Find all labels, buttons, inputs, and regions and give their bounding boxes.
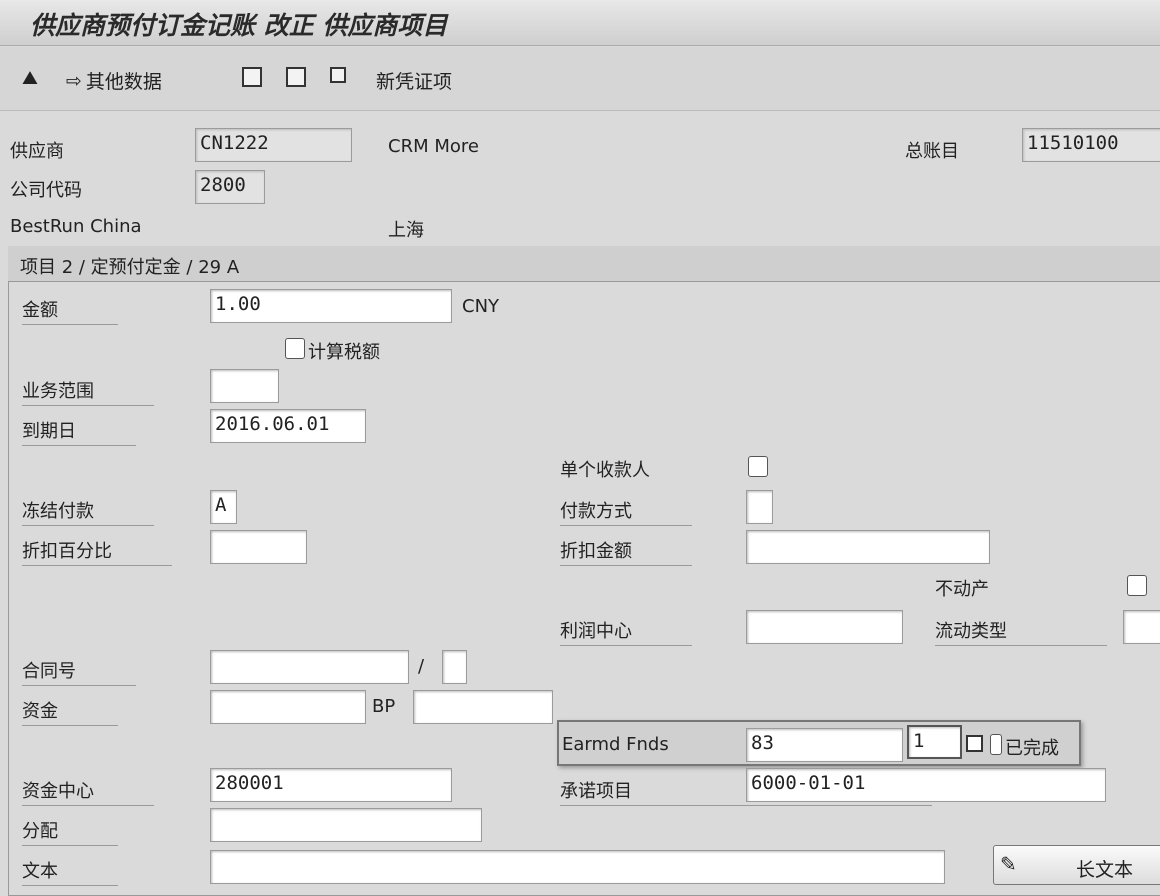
single-payee-checkbox[interactable] [748,456,768,477]
gl-account-field[interactable]: 11510100 [1022,128,1160,162]
profit-center-label: 利润中心 [560,617,692,646]
fund-center-label: 资金中心 [22,777,154,806]
real-estate-label: 不动产 [935,579,989,600]
text-label: 文本 [22,857,118,886]
completed-label: 已完成 [1005,738,1059,759]
mountain-icon[interactable]: ⛰ [22,67,38,89]
assignment-label: 分配 [22,817,118,846]
group-title: 项目 2 / 定预付定金 / 29 A [20,257,240,278]
calc-tax-label: 计算税额 [308,342,380,363]
company-name: BestRun China [10,216,142,237]
currency: CNY [462,296,500,317]
vendor-label: 供应商 [10,141,64,162]
contract-field[interactable] [210,650,409,684]
discount-percent-label: 折扣百分比 [22,537,172,566]
vendor-name: CRM More [388,136,479,157]
earmarked-funds-label: Earmd Fnds [562,734,669,755]
single-payee-label: 单个收款人 [560,460,650,481]
contract-label: 合同号 [22,657,136,686]
amount-label: 金额 [22,296,118,325]
previous-document-icon[interactable] [242,67,262,87]
amount-field[interactable]: 1.00 [210,289,452,323]
due-date-field[interactable]: 2016.06.01 [210,409,366,443]
payment-block-field[interactable]: A [210,490,237,524]
pencil-icon: ✎ [1000,852,1017,876]
discount-percent-field[interactable] [210,530,307,564]
company-code-label: 公司代码 [10,180,82,201]
slash: / [418,656,425,677]
next-document-icon[interactable] [286,67,306,87]
bp-label: BP [372,696,396,717]
other-data-button[interactable]: ⇨ 其他数据 [66,67,162,94]
arrow-right-icon: ⇨ [66,69,82,92]
bp-field[interactable] [413,690,553,724]
business-area-label: 业务范围 [22,377,154,406]
payment-method-field[interactable] [746,490,773,524]
text-field[interactable] [210,850,945,884]
copy-icon[interactable] [966,735,983,752]
earmarked-item-field[interactable]: 1 [907,725,962,759]
title-bar: 供应商预付订金记账 改正 供应商项目 [0,0,1160,46]
group-header: 项目 2 / 定预付定金 / 29 A [8,246,1160,282]
gl-account-label: 总账目 [905,141,959,162]
discount-amount-field[interactable] [746,530,990,564]
profit-center-field[interactable] [746,610,903,644]
real-estate-checkbox[interactable] [1127,575,1147,596]
fund-field[interactable] [210,690,366,724]
discount-amount-label: 折扣金额 [560,537,692,566]
city: 上海 [388,220,424,241]
completed-checkbox[interactable] [990,734,1002,755]
toolbar: ⛰ ⇨ 其他数据 新凭证项 [0,47,1160,111]
page-title: 供应商预付订金记账 改正 供应商项目 [30,11,448,40]
fund-label: 资金 [22,697,118,726]
flow-type-field[interactable] [1123,610,1160,644]
assignment-field[interactable] [210,808,482,842]
contract-type-field[interactable] [442,650,467,684]
copy-icon[interactable] [330,67,346,83]
calc-tax-checkbox[interactable] [285,338,305,359]
due-date-label: 到期日 [22,417,136,446]
vendor-field[interactable]: CN1222 [195,128,352,162]
business-area-field[interactable] [210,369,279,403]
payment-block-label: 冻结付款 [22,497,154,526]
other-data-label: 其他数据 [85,71,162,93]
fund-center-field[interactable]: 280001 [210,768,452,802]
new-item-button[interactable]: 新凭证项 [376,67,452,94]
long-text-label: 长文本 [1076,859,1134,881]
earmarked-funds-field[interactable]: 83 [746,728,903,762]
payment-method-label: 付款方式 [560,497,692,526]
flow-type-label: 流动类型 [935,617,1107,646]
commitment-item-field[interactable]: 6000-01-01 [746,768,1106,802]
long-text-button[interactable]: ✎ 长文本 [993,845,1160,885]
company-code-field[interactable]: 2800 [195,170,265,204]
